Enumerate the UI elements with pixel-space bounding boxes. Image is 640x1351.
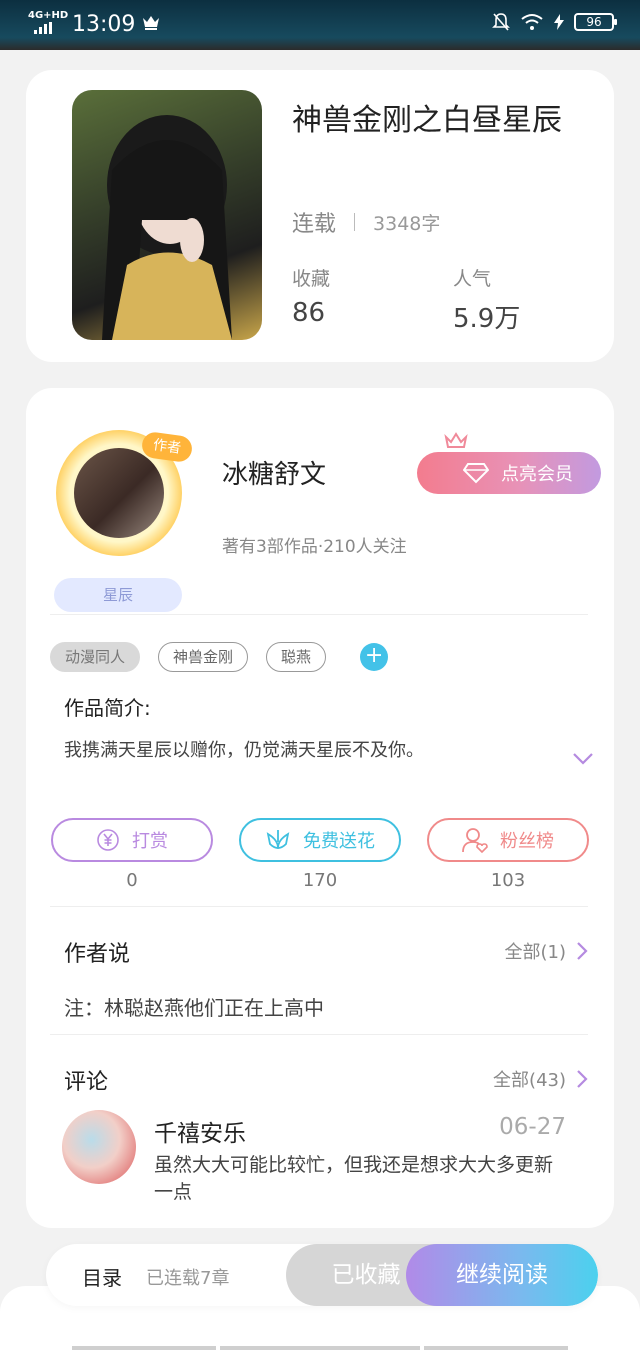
divider bbox=[354, 213, 356, 231]
book-title: 神兽金刚之白昼星辰 bbox=[292, 103, 562, 138]
word-count: 3348字 bbox=[373, 212, 441, 235]
user-heart-icon bbox=[462, 828, 488, 853]
add-tag-button[interactable]: + bbox=[360, 643, 389, 671]
intro-title: 作品简介: bbox=[64, 696, 151, 720]
vip-button-label: 点亮会员 bbox=[501, 464, 573, 485]
chapter-count: 已连载7章 bbox=[146, 1268, 230, 1289]
fans-rank-button[interactable]: 粉丝榜 bbox=[427, 818, 589, 862]
author-card: 作者 星辰 冰糖舒文 著有3部作品·210人关注 点亮会员 动漫同人 神兽金刚 … bbox=[26, 388, 614, 1228]
comments-more[interactable]: 全部(43) bbox=[493, 1066, 588, 1092]
author-says-title: 作者说 bbox=[64, 942, 131, 967]
divider bbox=[424, 1346, 568, 1350]
tag-item[interactable]: 聪燕 bbox=[266, 642, 327, 672]
commenter-avatar[interactable] bbox=[62, 1110, 136, 1184]
author-says-more-label: 全部(1) bbox=[504, 942, 567, 963]
fans-rank-label: 粉丝榜 bbox=[500, 831, 554, 852]
catalog-button[interactable]: 目录 bbox=[82, 1262, 122, 1291]
status-bar: 4G+HD 13:09 96 bbox=[0, 0, 640, 50]
send-flower-button[interactable]: 免费送花 bbox=[239, 818, 401, 862]
reward-count: 0 bbox=[126, 870, 138, 891]
charging-icon bbox=[554, 14, 564, 30]
popularity-value: 5.9万 bbox=[453, 304, 521, 334]
crown-icon bbox=[143, 16, 159, 30]
tag-list: 动漫同人 神兽金刚 聪燕 + bbox=[50, 642, 389, 672]
collect-value: 86 bbox=[292, 298, 326, 328]
avatar bbox=[74, 448, 164, 538]
yen-icon bbox=[97, 829, 119, 851]
divider bbox=[220, 1346, 420, 1350]
comment-text[interactable]: 虽然大大可能比较忙，但我还是想求大大多更新一点 bbox=[154, 1152, 564, 1206]
chevron-down-icon[interactable] bbox=[572, 752, 594, 766]
author-avatar[interactable]: 作者 bbox=[56, 430, 194, 556]
fans-count: 103 bbox=[490, 870, 526, 891]
battery-indicator: 96 bbox=[574, 13, 617, 31]
divider bbox=[50, 1034, 588, 1035]
mute-bell-icon bbox=[492, 13, 510, 31]
fan-badge[interactable]: 星辰 bbox=[54, 578, 182, 612]
divider bbox=[50, 906, 588, 907]
book-info-card: 神兽金刚之白昼星辰 连载 3348字 收藏 86 人气 5.9万 bbox=[26, 70, 614, 362]
wifi-icon bbox=[521, 14, 543, 30]
commenter-name[interactable]: 千禧安乐 bbox=[154, 1114, 246, 1148]
author-meta: 著有3部作品·210人关注 bbox=[222, 537, 407, 557]
serial-status: 连载 bbox=[292, 212, 337, 237]
chevron-right-icon bbox=[577, 942, 588, 960]
reward-label: 打赏 bbox=[132, 831, 168, 852]
diamond-icon bbox=[463, 463, 489, 484]
author-says-more[interactable]: 全部(1) bbox=[505, 938, 589, 964]
divider bbox=[50, 614, 588, 615]
comments-title: 评论 bbox=[64, 1070, 109, 1095]
intro-text: 我携满天星辰以赠你，仍觉满天星辰不及你。 bbox=[64, 740, 424, 761]
flower-icon bbox=[266, 830, 290, 849]
network-indicator: 4G+HD bbox=[28, 10, 69, 21]
book-cover[interactable] bbox=[72, 90, 262, 340]
book-status-row: 连载 3348字 bbox=[292, 206, 440, 238]
divider bbox=[72, 1346, 216, 1350]
author-note: 注：林聪赵燕他们正在上高中 bbox=[64, 996, 324, 1020]
signal-icon bbox=[34, 22, 52, 34]
tag-item[interactable]: 神兽金刚 bbox=[158, 642, 249, 672]
chevron-right-icon bbox=[577, 1070, 588, 1088]
flower-count: 170 bbox=[302, 870, 338, 891]
bottom-action-bar: 目录 已连载7章 已收藏 继续阅读 bbox=[46, 1244, 598, 1306]
author-name[interactable]: 冰糖舒文 bbox=[222, 454, 326, 491]
clock: 13:09 bbox=[72, 12, 136, 37]
collect-label: 收藏 bbox=[292, 268, 331, 290]
continue-reading-button[interactable]: 继续阅读 bbox=[406, 1244, 598, 1306]
popularity-label: 人气 bbox=[453, 268, 492, 290]
comments-more-label: 全部(43) bbox=[493, 1070, 566, 1091]
crown-icon bbox=[444, 432, 468, 448]
reward-button[interactable]: 打赏 bbox=[51, 818, 213, 862]
vip-button[interactable]: 点亮会员 bbox=[417, 452, 601, 494]
comment-date: 06-27 bbox=[499, 1114, 566, 1140]
cover-illustration bbox=[102, 115, 232, 340]
tag-item[interactable]: 动漫同人 bbox=[50, 642, 141, 672]
send-flower-label: 免费送花 bbox=[303, 831, 375, 852]
